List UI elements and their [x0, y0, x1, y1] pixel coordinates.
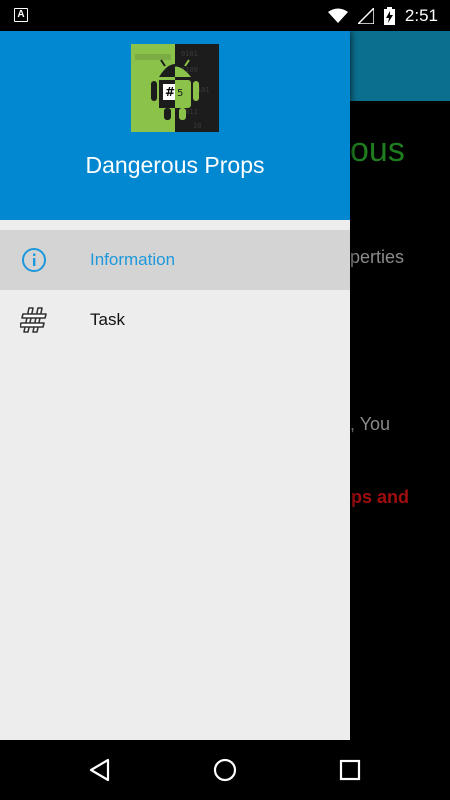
back-icon[interactable] — [86, 756, 114, 784]
svg-text:0101: 0101 — [181, 50, 198, 58]
app-logo: 0101 1100 101 0011 10 # 5 — [131, 44, 219, 132]
recents-icon[interactable] — [336, 756, 364, 784]
app-title-fragment: ous — [350, 131, 405, 169]
drawer-app-title: Dangerous Props — [85, 152, 265, 178]
svg-text:#: # — [165, 85, 175, 99]
drawer-header: 0101 1100 101 0011 10 # 5 Dangerous Prop… — [0, 31, 350, 220]
navigation-drawer: 0101 1100 101 0011 10 # 5 Dangerous Prop… — [0, 31, 350, 740]
drawer-item-information[interactable]: Information — [0, 230, 350, 290]
home-icon[interactable] — [211, 756, 239, 784]
cell-signal-icon — [357, 8, 374, 24]
status-bar: A 2:51 — [0, 0, 450, 31]
drawer-item-task[interactable]: Task — [0, 290, 350, 350]
status-time: 2:51 — [404, 6, 438, 25]
system-nav-bar — [0, 740, 450, 800]
hash-icon — [20, 307, 47, 333]
drawer-menu: Information Task — [0, 230, 350, 350]
app-text-warning: ops and — [340, 487, 410, 507]
drawer-item-label: Information — [90, 250, 176, 269]
svg-text:10: 10 — [193, 122, 201, 130]
info-icon — [22, 248, 46, 272]
battery-charging-icon — [383, 7, 395, 25]
drawer-item-label: Task — [90, 310, 125, 329]
wifi-icon — [327, 8, 348, 23]
svg-text:5: 5 — [177, 88, 183, 99]
accessibility-a-icon: A — [14, 8, 28, 22]
